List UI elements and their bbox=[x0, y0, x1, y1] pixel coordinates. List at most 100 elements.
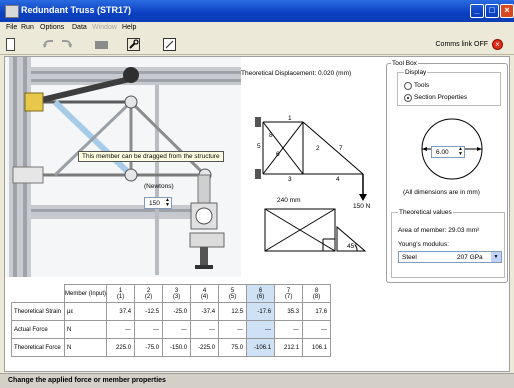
status-bar: Change the applied force or member prope… bbox=[0, 373, 514, 388]
table-row-actual-force: Actual Force N --- --- --- --- --- --- -… bbox=[10, 320, 332, 339]
maximize-button[interactable]: □ bbox=[485, 4, 499, 18]
node-label-6: 6 bbox=[276, 151, 280, 158]
dimensions-note: (All dimensions are in mm) bbox=[403, 189, 480, 196]
member-data-table: Member (Input) 1 (1) 2 (2) 3 (3) 4 (4) 5 (5) … bbox=[10, 284, 332, 357]
comms-link-status: Comms link OFF bbox=[435, 41, 489, 48]
app-window: Redundant Truss (STR17) _ □ × File Run O… bbox=[0, 0, 514, 388]
table-cell: 75.0 bbox=[218, 338, 248, 357]
table-cell: -150.0 bbox=[162, 338, 192, 357]
force-input[interactable]: 150 ▲ ▼ bbox=[144, 197, 172, 209]
table-cell: -12.5 bbox=[134, 302, 164, 321]
toolbox-panel: Tool Box Display Tools Section Propertie… bbox=[386, 60, 508, 283]
drag-member-tooltip: This member can be dragged from the stru… bbox=[78, 151, 224, 162]
wrench-icon[interactable] bbox=[127, 38, 140, 51]
area-text: Area of member: 29.03 mm² bbox=[398, 227, 480, 234]
table-cell: 106.1 bbox=[302, 338, 332, 357]
toolbar: Comms link OFF × bbox=[0, 35, 514, 55]
table-cell-highlight: --- bbox=[246, 320, 276, 339]
toolbox-title: Tool Box bbox=[391, 60, 418, 67]
table-cell: -225.0 bbox=[190, 338, 220, 357]
node-label-7: 7 bbox=[339, 145, 343, 152]
diameter-spinner-icon[interactable]: ▲ ▼ bbox=[458, 147, 463, 157]
table-header-cell: 3 (3) bbox=[162, 284, 192, 303]
spinner-arrows-icon[interactable]: ▲ ▼ bbox=[165, 198, 170, 208]
section-properties-radio[interactable] bbox=[404, 94, 412, 102]
node-label-1: 1 bbox=[288, 115, 292, 122]
angle-label: 45° bbox=[347, 243, 357, 250]
display-group: Display Tools Section Properties bbox=[397, 69, 501, 106]
newtons-label: (Newtons) bbox=[144, 183, 174, 190]
truss-rig-image bbox=[5, 57, 241, 277]
tools-radio[interactable] bbox=[404, 82, 412, 90]
table-cell: --- bbox=[190, 320, 220, 339]
menu-data[interactable]: Data bbox=[72, 24, 87, 31]
diameter-value: 6.00 bbox=[436, 149, 449, 156]
table-header-cell: 4 (4) bbox=[190, 284, 220, 303]
displacement-label: Theoretical Displacement: 0.020 (mm) bbox=[241, 70, 352, 77]
hardware-icon[interactable] bbox=[95, 41, 108, 49]
new-file-icon[interactable] bbox=[6, 38, 15, 51]
menu-bar: File Run Options Data Window Help bbox=[0, 22, 514, 35]
node-label-5: 5 bbox=[257, 143, 261, 150]
table-cell: -25.0 bbox=[162, 302, 192, 321]
notepad-icon[interactable] bbox=[163, 38, 176, 51]
menu-help[interactable]: Help bbox=[122, 24, 136, 31]
node-label-3: 3 bbox=[288, 176, 292, 183]
theoretical-values-group: Theoretical values Area of member: 29.03… bbox=[391, 209, 505, 278]
theoretical-values-title: Theoretical values bbox=[398, 209, 453, 216]
table-header-row: Member (Input) 1 (1) 2 (2) 3 (3) 4 (4) 5 (5) … bbox=[12, 284, 332, 303]
table-cell: 17.6 bbox=[302, 302, 332, 321]
row-label: Theoretical Strain bbox=[10, 302, 66, 321]
app-icon bbox=[5, 5, 19, 18]
row-label: Actual Force bbox=[10, 320, 66, 339]
node-label-8: 8 bbox=[269, 132, 273, 139]
truss-schematic bbox=[255, 117, 367, 252]
status-text: Change the applied force or member prope… bbox=[8, 377, 166, 384]
diameter-input[interactable]: 6.00 ▲ ▼ bbox=[431, 146, 465, 158]
table-cell: --- bbox=[134, 320, 164, 339]
comms-link-icon[interactable]: × bbox=[492, 39, 503, 50]
chevron-down-icon[interactable]: ▼ bbox=[491, 252, 501, 262]
minimize-button[interactable]: _ bbox=[470, 4, 484, 18]
table-cell: --- bbox=[218, 320, 248, 339]
table-header-cell: 2 (2) bbox=[134, 284, 164, 303]
menu-file[interactable]: File bbox=[6, 24, 17, 31]
main-panel: This member can be dragged from the stru… bbox=[4, 56, 510, 372]
node-label-2: 2 bbox=[316, 145, 320, 152]
table-cell: --- bbox=[302, 320, 332, 339]
menu-run[interactable]: Run bbox=[21, 24, 34, 31]
table-cell: -37.4 bbox=[190, 302, 220, 321]
material-value: Steel bbox=[402, 254, 417, 261]
row-unit: με bbox=[64, 302, 108, 321]
table-cell-highlight: -17.6 bbox=[246, 302, 276, 321]
table-cell: --- bbox=[106, 320, 136, 339]
table-cell: 37.4 bbox=[106, 302, 136, 321]
table-header-cell-highlight: 6 (6) bbox=[246, 284, 276, 303]
modulus-value: 207 GPa bbox=[457, 254, 483, 261]
table-header-cell: 5 (5) bbox=[218, 284, 248, 303]
row-label: Theoretical Force bbox=[10, 338, 66, 357]
table-header-cell: 7 (7) bbox=[274, 284, 304, 303]
redo-icon[interactable] bbox=[60, 38, 73, 51]
table-cell: --- bbox=[274, 320, 304, 339]
force-value: 150 bbox=[149, 200, 160, 207]
table-cell: 12.5 bbox=[218, 302, 248, 321]
menu-options[interactable]: Options bbox=[40, 24, 64, 31]
menu-window[interactable]: Window bbox=[92, 24, 117, 31]
table-header-cell: 8 (8) bbox=[302, 284, 332, 303]
display-label: Display bbox=[404, 69, 428, 76]
table-cell: 35.3 bbox=[274, 302, 304, 321]
table-row-strain: Theoretical Strain με 37.4 -12.5 -25.0 -… bbox=[10, 302, 332, 321]
material-select[interactable]: Steel 207 GPa ▼ bbox=[398, 251, 502, 263]
row-unit: N bbox=[64, 320, 108, 339]
youngs-modulus-label: Young's modulus: bbox=[398, 241, 449, 248]
node-label-4: 4 bbox=[336, 176, 340, 183]
table-cell: 212.1 bbox=[274, 338, 304, 357]
title-bar: Redundant Truss (STR17) _ □ × bbox=[0, 0, 514, 22]
load-label: 150 N bbox=[353, 203, 371, 210]
section-properties-option-label: Section Properties bbox=[414, 94, 468, 101]
undo-icon[interactable] bbox=[42, 38, 55, 51]
table-cell: -75.0 bbox=[134, 338, 164, 357]
table-cell: --- bbox=[162, 320, 192, 339]
close-button[interactable]: × bbox=[500, 4, 514, 18]
